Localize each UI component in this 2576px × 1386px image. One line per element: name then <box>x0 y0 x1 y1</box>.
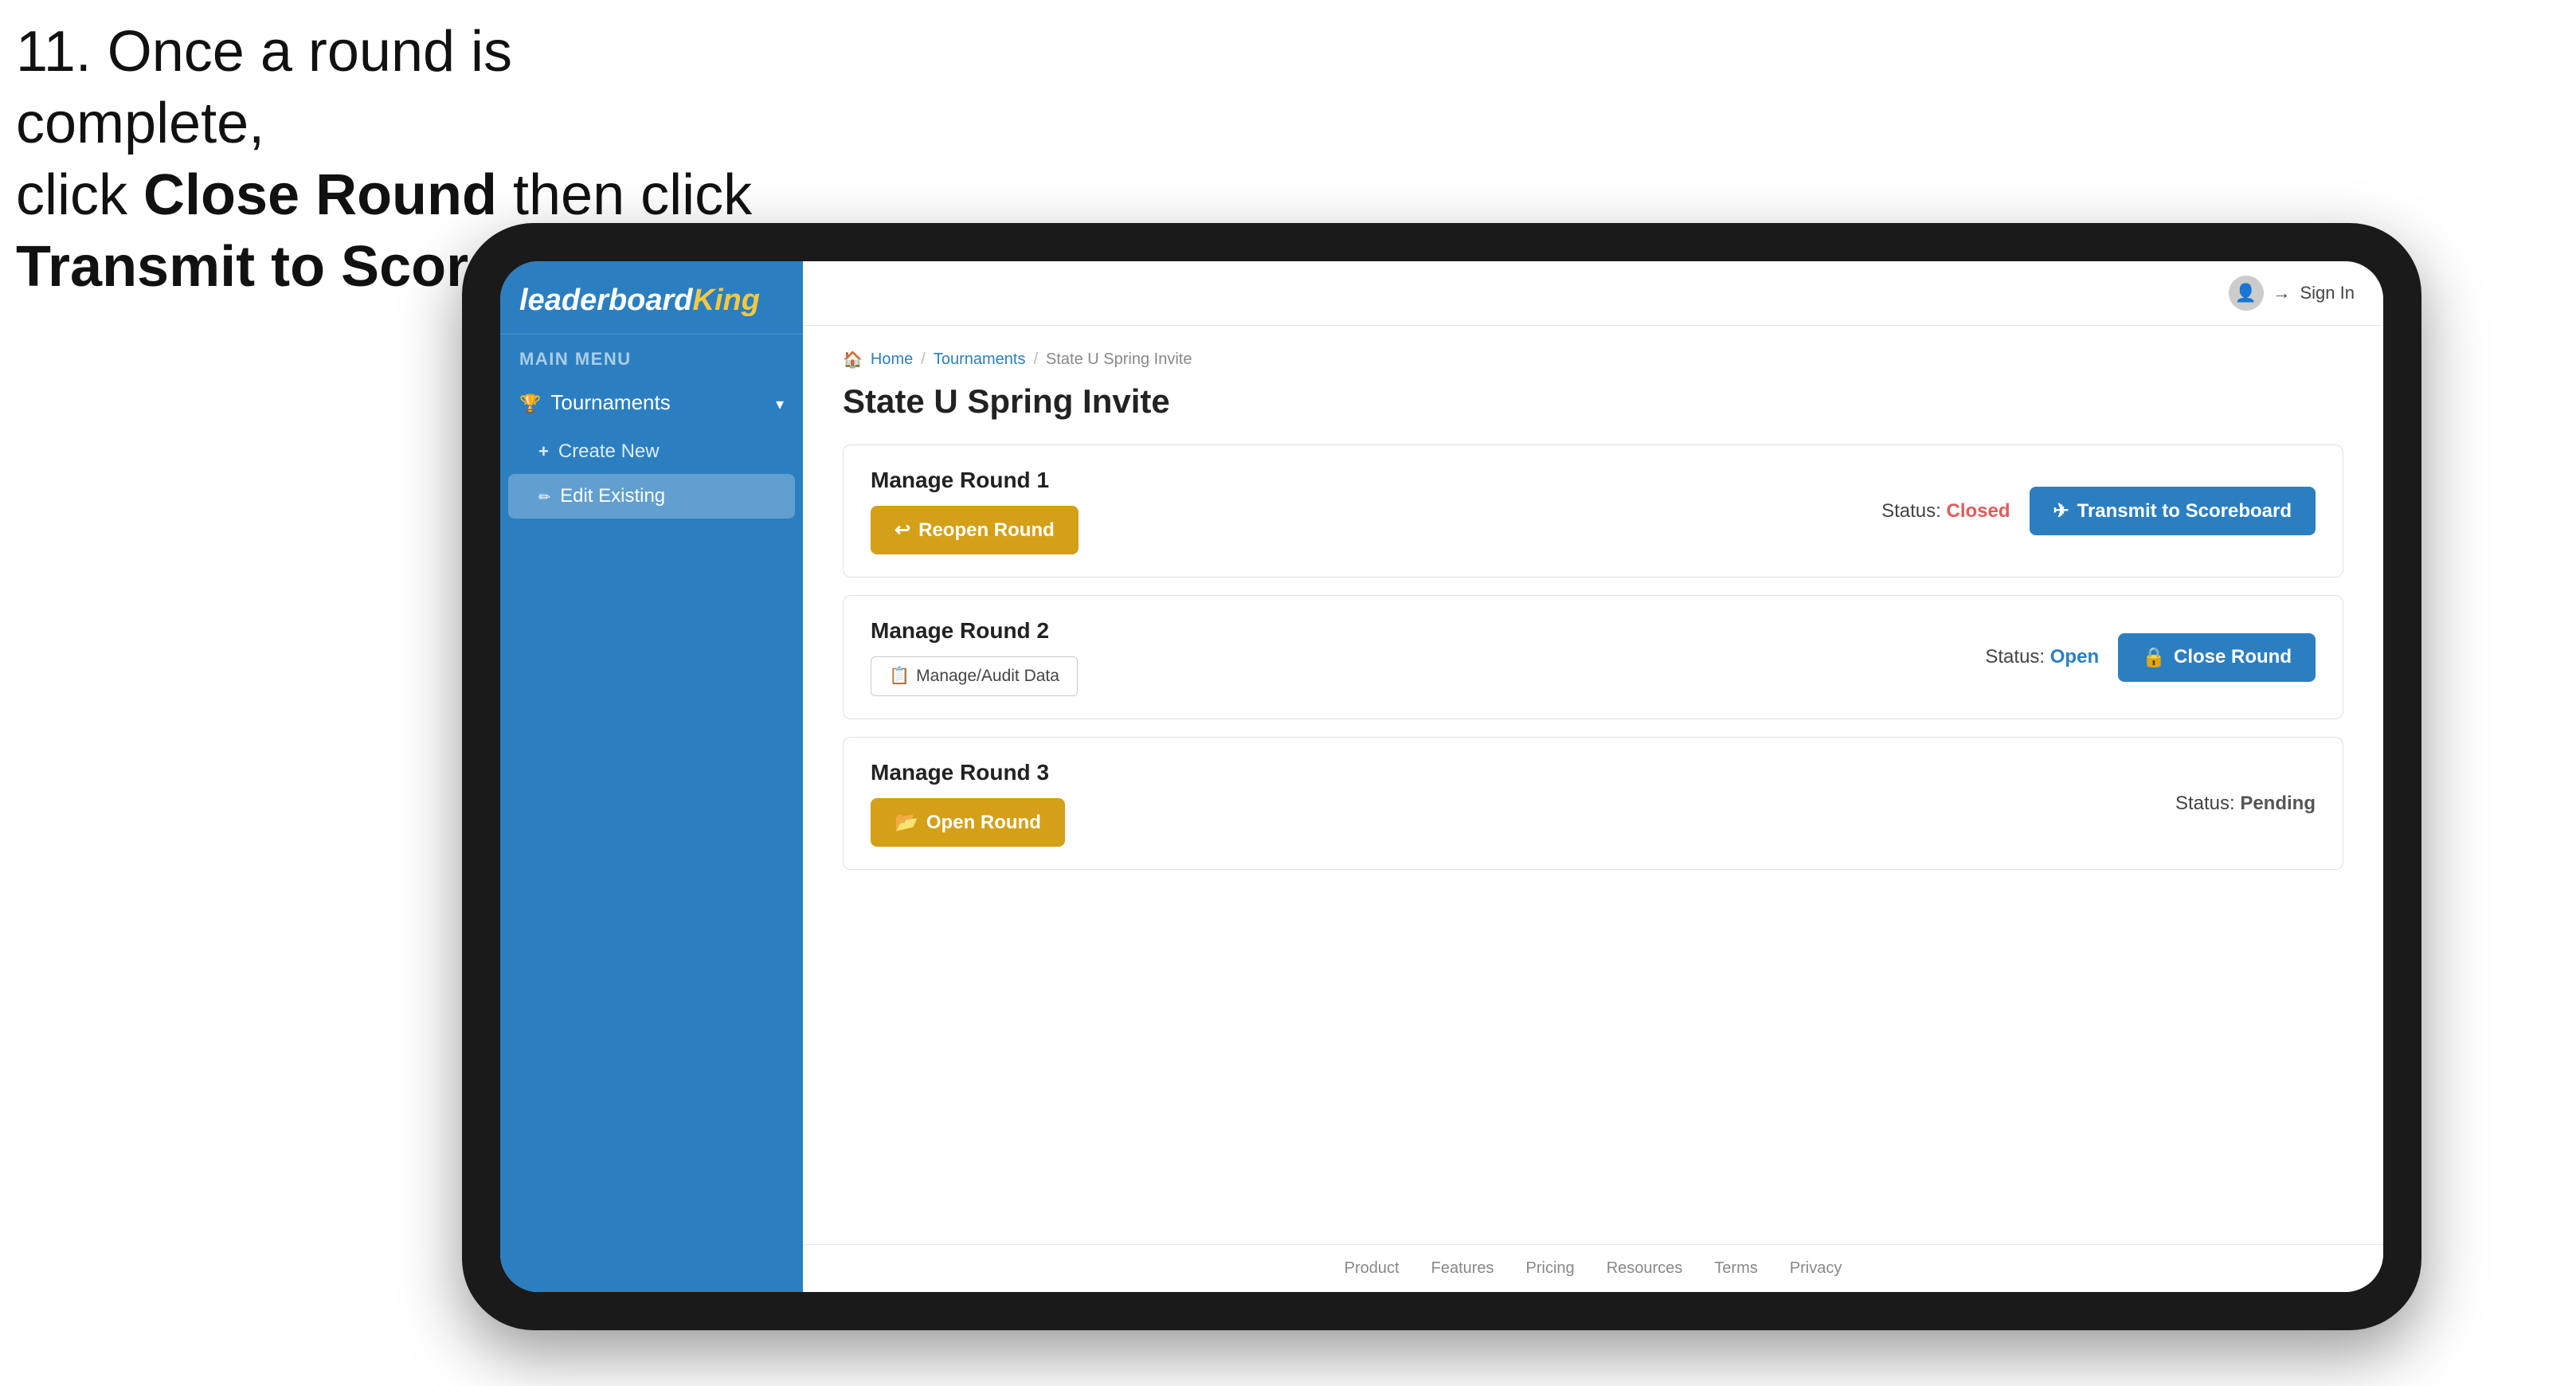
sidebar-tournaments-label: Tournaments <box>550 390 670 415</box>
lock-icon: 🔒 <box>2142 646 2166 669</box>
round-3-status: Status: Pending <box>2175 793 2316 815</box>
footer-product-link[interactable]: Product <box>1345 1259 1400 1278</box>
footer: Product Features Pricing Resources Terms… <box>803 1244 2383 1292</box>
tablet-frame: leaderboardKing MAIN MENU Tournaments Cr… <box>462 223 2421 1330</box>
tablet-screen: leaderboardKing MAIN MENU Tournaments Cr… <box>500 261 2383 1292</box>
instruction-bold1: Close Round <box>143 163 497 227</box>
sign-in-label: Sign In <box>2300 283 2355 303</box>
breadcrumb-tournaments-link[interactable]: Tournaments <box>934 350 1026 369</box>
round-2-left: Manage Round 2 📋 Manage/Audit Data <box>871 618 1078 696</box>
breadcrumb: 🏠 Home / Tournaments / State U Spring In… <box>843 350 2343 370</box>
main-menu-label: MAIN MENU <box>500 335 803 376</box>
round-3-status-value: Pending <box>2240 793 2316 814</box>
sign-in-area[interactable]: 👤 → Sign In <box>2229 276 2355 311</box>
pencil-icon <box>538 485 550 507</box>
signin-arrow-icon: → <box>2273 283 2291 303</box>
open-round-label: Open Round <box>926 812 1041 834</box>
logo-part2: King <box>693 284 760 317</box>
close-round-button[interactable]: 🔒 Close Round <box>2118 633 2316 682</box>
breadcrumb-home-link[interactable]: Home <box>871 350 913 369</box>
content-area: 🏠 Home / Tournaments / State U Spring In… <box>803 326 2383 1244</box>
instruction-line2: click <box>16 163 143 227</box>
round-1-left: Manage Round 1 ↩ Reopen Round <box>871 468 1079 554</box>
open-round-button[interactable]: 📂 Open Round <box>871 798 1065 847</box>
main-content: 👤 → Sign In 🏠 Home / Tournaments / St <box>803 261 2383 1292</box>
logo-area: leaderboardKing <box>500 261 803 335</box>
reopen-round-button[interactable]: ↩ Reopen Round <box>871 506 1079 554</box>
logo: leaderboardKing <box>519 284 784 318</box>
round-2-title: Manage Round 2 <box>871 618 1078 644</box>
footer-terms-link[interactable]: Terms <box>1714 1259 1757 1278</box>
manage-audit-button[interactable]: 📋 Manage/Audit Data <box>871 656 1078 696</box>
reopen-icon: ↩ <box>895 519 910 542</box>
round-2-section: Manage Round 2 📋 Manage/Audit Data Statu… <box>843 595 2343 719</box>
footer-privacy-link[interactable]: Privacy <box>1790 1259 1842 1278</box>
create-new-label: Create New <box>558 440 660 463</box>
round-2-right: Status: Open 🔒 Close Round <box>1985 633 2316 682</box>
footer-features-link[interactable]: Features <box>1431 1259 1494 1278</box>
close-round-label: Close Round <box>2174 646 2292 668</box>
top-bar: 👤 → Sign In <box>803 261 2383 326</box>
round-1-section: Manage Round 1 ↩ Reopen Round Status: Cl… <box>843 444 2343 578</box>
round-1-status: Status: Closed <box>1881 500 2010 523</box>
round-3-section: Manage Round 3 📂 Open Round Status: Pend… <box>843 737 2343 870</box>
sidebar: leaderboardKing MAIN MENU Tournaments Cr… <box>500 261 803 1292</box>
round-2-status: Status: Open <box>1985 646 2099 668</box>
breadcrumb-sep2: / <box>1033 350 1038 369</box>
instruction-line3: then click <box>497 163 752 227</box>
footer-resources-link[interactable]: Resources <box>1607 1259 1683 1278</box>
sidebar-item-edit-existing[interactable]: Edit Existing <box>508 474 795 519</box>
transmit-label: Transmit to Scoreboard <box>2077 500 2292 523</box>
footer-pricing-link[interactable]: Pricing <box>1526 1259 1575 1278</box>
round-1-title: Manage Round 1 <box>871 468 1079 493</box>
instruction-line1: 11. Once a round is complete, <box>16 20 512 155</box>
sidebar-item-tournaments[interactable]: Tournaments <box>500 376 803 429</box>
app-layout: leaderboardKing MAIN MENU Tournaments Cr… <box>500 261 2383 1292</box>
avatar: 👤 <box>2229 276 2264 311</box>
round-1-right: Status: Closed ✈ Transmit to Scoreboard <box>1881 487 2316 535</box>
breadcrumb-home-icon: 🏠 <box>843 350 863 370</box>
round-2-status-value: Open <box>2050 646 2099 668</box>
user-icon: 👤 <box>2235 283 2257 303</box>
paper-icon: 📋 <box>889 667 910 686</box>
sidebar-item-create-new[interactable]: Create New <box>500 429 803 474</box>
breadcrumb-sep1: / <box>921 350 926 369</box>
plus-icon <box>538 440 549 463</box>
logo-part1: leaderboard <box>519 284 693 317</box>
trophy-icon <box>519 390 541 415</box>
edit-existing-label: Edit Existing <box>560 485 665 507</box>
round-1-status-value: Closed <box>1946 500 2010 522</box>
round-3-left: Manage Round 3 📂 Open Round <box>871 760 1065 847</box>
round-3-right: Status: Pending <box>2175 793 2316 815</box>
breadcrumb-current: State U Spring Invite <box>1046 350 1192 369</box>
chevron-down-icon <box>776 390 784 415</box>
page-title: State U Spring Invite <box>843 382 2343 421</box>
transmit-to-scoreboard-button[interactable]: ✈ Transmit to Scoreboard <box>2030 487 2316 535</box>
manage-audit-label: Manage/Audit Data <box>916 667 1059 686</box>
open-icon: 📂 <box>895 811 918 834</box>
send-icon: ✈ <box>2053 499 2069 523</box>
reopen-round-label: Reopen Round <box>918 519 1055 542</box>
sidebar-item-tournaments-inner: Tournaments <box>519 390 671 415</box>
round-3-title: Manage Round 3 <box>871 760 1065 785</box>
